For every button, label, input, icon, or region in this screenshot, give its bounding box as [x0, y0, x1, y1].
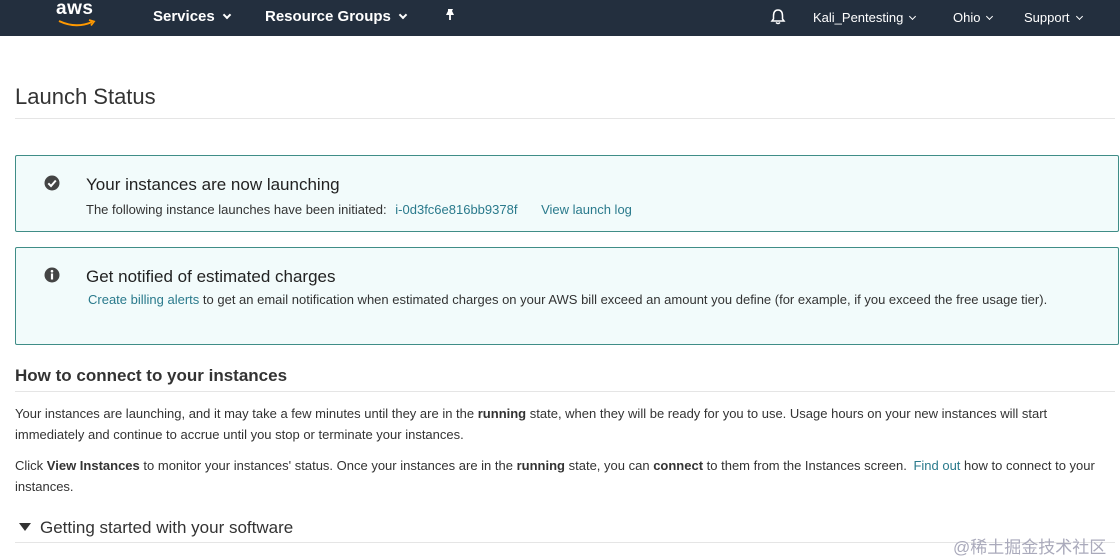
getting-started-divider: [15, 542, 1115, 543]
text-span: to them from the Instances screen.: [706, 458, 907, 473]
account-label: Kali_Pentesting: [813, 10, 904, 25]
page-title: Launch Status: [15, 84, 156, 109]
services-menu[interactable]: Services: [153, 8, 231, 25]
aws-logo[interactable]: aws: [56, 0, 100, 32]
running-emphasis: running: [477, 406, 527, 421]
view-launch-log-link[interactable]: View launch log: [541, 202, 632, 217]
text-span: state, you can: [568, 458, 650, 473]
instance-id-link[interactable]: i-0d3fc6e816bb9378f: [395, 202, 517, 217]
text-span: Your instances are launching, and it may…: [15, 406, 475, 421]
bell-icon[interactable]: [769, 8, 787, 26]
watermark: @稀土掘金技术社区: [953, 538, 1107, 557]
chevron-down-icon: [986, 12, 994, 21]
resource-groups-label: Resource Groups: [265, 8, 391, 25]
connect-paragraph-1: Your instances are launching, and it may…: [15, 403, 1115, 445]
launch-alert-text: The following instance launches have bee…: [86, 202, 387, 217]
title-divider: [15, 118, 1115, 119]
section-divider: [15, 391, 1115, 392]
account-menu[interactable]: Kali_Pentesting: [813, 10, 917, 25]
billing-alert-title: Get notified of estimated charges: [86, 267, 336, 286]
launch-alert-body: The following instance launches have bee…: [86, 199, 1096, 220]
getting-started-toggle[interactable]: Getting started with your software: [19, 518, 293, 538]
top-nav-bar: aws Services Resource Groups Kali_Pentes…: [0, 0, 1120, 36]
resource-groups-menu[interactable]: Resource Groups: [265, 8, 408, 25]
aws-smile-icon: [58, 19, 96, 27]
create-billing-alerts-link[interactable]: Create billing alerts: [88, 292, 199, 307]
region-menu[interactable]: Ohio: [953, 10, 994, 25]
launch-alert-title: Your instances are now launching: [86, 175, 340, 194]
chevron-down-icon: [1075, 12, 1083, 21]
connect-emphasis: connect: [653, 458, 704, 473]
aws-logo-text: aws: [56, 0, 94, 19]
info-icon: [44, 267, 60, 283]
billing-alert-body: Create billing alerts to get an email no…: [86, 289, 1096, 310]
find-out-link[interactable]: Find out: [913, 458, 960, 473]
support-label: Support: [1024, 10, 1070, 25]
chevron-down-icon: [222, 10, 231, 20]
connect-section-title: How to connect to your instances: [15, 366, 288, 385]
billing-alert: Get notified of estimated charges Create…: [15, 247, 1119, 345]
text-span: Click: [15, 458, 44, 473]
view-instances-emphasis: View Instances: [46, 458, 140, 473]
caret-down-icon: [19, 523, 31, 531]
connect-paragraph-2: Click View Instances to monitor your ins…: [15, 455, 1115, 497]
support-menu[interactable]: Support: [1024, 10, 1083, 25]
text-span: to monitor your instances' status. Once …: [143, 458, 513, 473]
getting-started-label: Getting started with your software: [40, 518, 294, 537]
chevron-down-icon: [398, 10, 408, 20]
pin-icon[interactable]: [442, 8, 458, 24]
services-label: Services: [153, 8, 215, 25]
launch-alert: Your instances are now launching The fol…: [15, 155, 1119, 232]
region-label: Ohio: [953, 10, 981, 25]
chevron-down-icon: [909, 12, 917, 21]
running-emphasis: running: [516, 458, 565, 473]
check-circle-icon: [44, 175, 60, 191]
billing-alert-text: to get an email notification when estima…: [202, 292, 1048, 307]
